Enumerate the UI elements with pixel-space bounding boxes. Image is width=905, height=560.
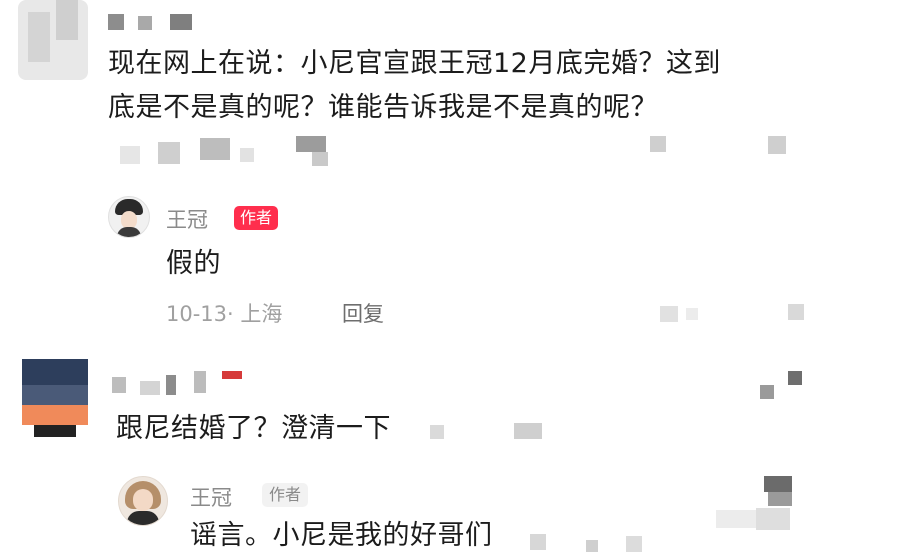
comment-text-line-1: 现在网上在说：小尼官宣跟王冠12月底完婚？这到 (108, 48, 721, 79)
author-avatar[interactable] (118, 476, 168, 526)
reply-2: 王冠 作者 谣言。小尼是我的好哥们 (0, 470, 905, 560)
reply-text: 谣言。小尼是我的好哥们 (190, 520, 493, 551)
meta-blurred (430, 423, 550, 443)
reply-1: 王冠 作者 假的 10-13· 上海 回复 (0, 190, 905, 340)
author-badge: 作者 (262, 483, 309, 507)
comment-text-line-2: 底是不是真的呢？谁能告诉我是不是真的呢？ (108, 92, 658, 123)
meta-blurred (120, 136, 820, 170)
author-badge: 作者 (234, 206, 279, 230)
comment-1: 现在网上在说：小尼官宣跟王冠12月底完婚？这到 底是不是真的呢？谁能告诉我是不是… (0, 0, 905, 180)
username-blurred[interactable] (112, 371, 262, 395)
reply-text: 假的 (166, 248, 221, 279)
comment-2: 跟尼结婚了？澄清一下 (0, 355, 905, 450)
meta-blurred (530, 530, 650, 554)
reply-button[interactable]: 回复 (342, 298, 384, 328)
author-name[interactable]: 王冠 (166, 204, 208, 234)
author-name[interactable]: 王冠 (190, 482, 232, 512)
avatar[interactable] (22, 359, 88, 437)
author-avatar[interactable] (108, 196, 150, 238)
reply-date-location: 10-13· 上海 (166, 302, 283, 326)
avatar[interactable] (18, 0, 88, 80)
like-blurred[interactable] (760, 371, 804, 401)
comment-text: 跟尼结婚了？澄清一下 (116, 413, 391, 444)
like-blurred[interactable] (716, 476, 806, 546)
username-blurred[interactable] (108, 14, 218, 32)
meta-blurred (660, 304, 820, 324)
